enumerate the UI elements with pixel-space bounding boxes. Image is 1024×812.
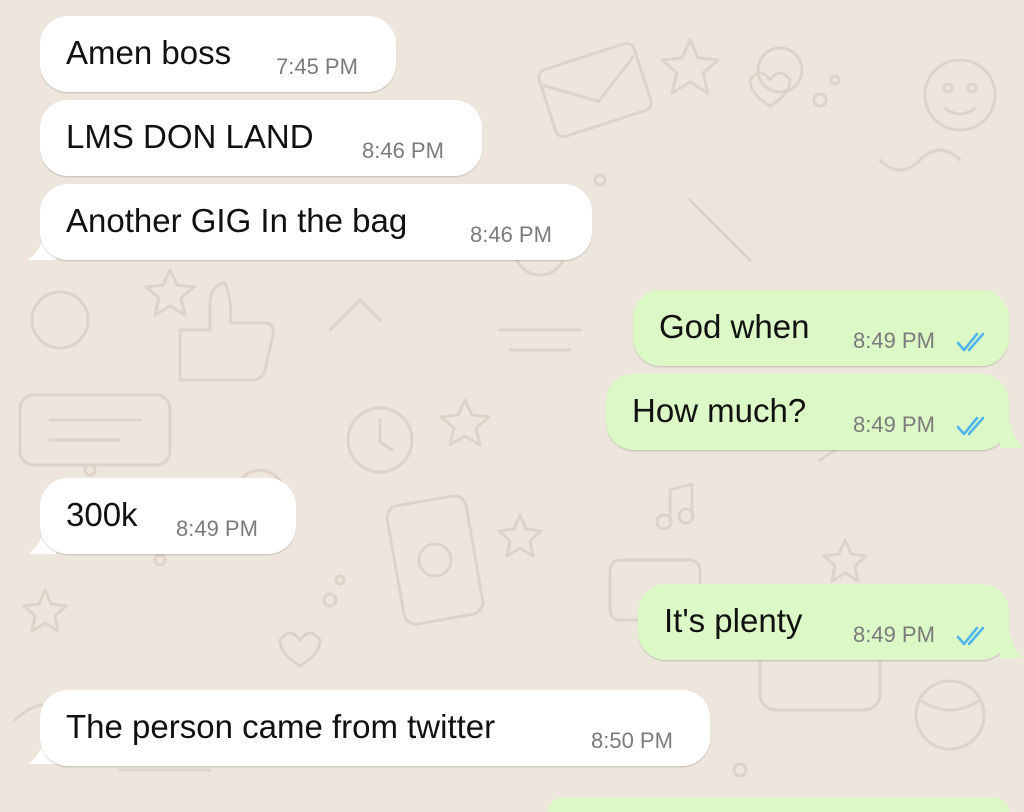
message-timestamp: 8:49 PM xyxy=(853,328,935,353)
message-timestamp: 8:49 PM xyxy=(176,516,258,541)
message-bubble-incoming[interactable]: The person came from twitter 8:50 PM xyxy=(40,690,710,766)
message-bubble-outgoing[interactable]: How much? 8:49 PM xyxy=(606,374,1009,450)
message-text: LMS DON LAND xyxy=(66,118,314,155)
message-bubble-incoming[interactable]: Amen boss 7:45 PM xyxy=(40,16,396,92)
message-timestamp: 8:49 PM xyxy=(853,412,935,437)
message-timestamp: 8:49 PM xyxy=(853,622,935,647)
message-timestamp: 7:45 PM xyxy=(276,54,358,79)
message-text: How much? xyxy=(632,392,807,429)
bubble-tail-outgoing xyxy=(1000,424,1023,448)
double-check-read-icon xyxy=(956,416,985,436)
message-text: 300k xyxy=(66,496,138,533)
message-text: God when xyxy=(659,308,810,345)
message-text: The person came from twitter xyxy=(66,708,496,745)
bubble-tail-outgoing xyxy=(1000,634,1023,658)
message-text: It's plenty xyxy=(664,602,803,639)
message-bubble-outgoing[interactable]: God when 8:49 PM xyxy=(633,290,1009,366)
message-text: Another GIG In the bag xyxy=(66,202,408,239)
message-bubble-outgoing-partial[interactable] xyxy=(548,798,1009,812)
double-check-read-icon xyxy=(956,332,985,352)
double-check-read-icon xyxy=(956,626,985,646)
message-bubble-incoming[interactable]: 300k 8:49 PM xyxy=(40,478,296,554)
message-timestamp: 8:46 PM xyxy=(470,222,552,247)
message-timestamp: 8:46 PM xyxy=(362,138,444,163)
message-timestamp: 8:50 PM xyxy=(591,728,673,753)
message-bubble-incoming[interactable]: Another GIG In the bag 8:46 PM xyxy=(40,184,592,260)
message-bubble-incoming[interactable]: LMS DON LAND 8:46 PM xyxy=(40,100,482,176)
message-text: Amen boss xyxy=(66,34,232,71)
message-bubble-outgoing[interactable]: It's plenty 8:49 PM xyxy=(638,584,1009,660)
